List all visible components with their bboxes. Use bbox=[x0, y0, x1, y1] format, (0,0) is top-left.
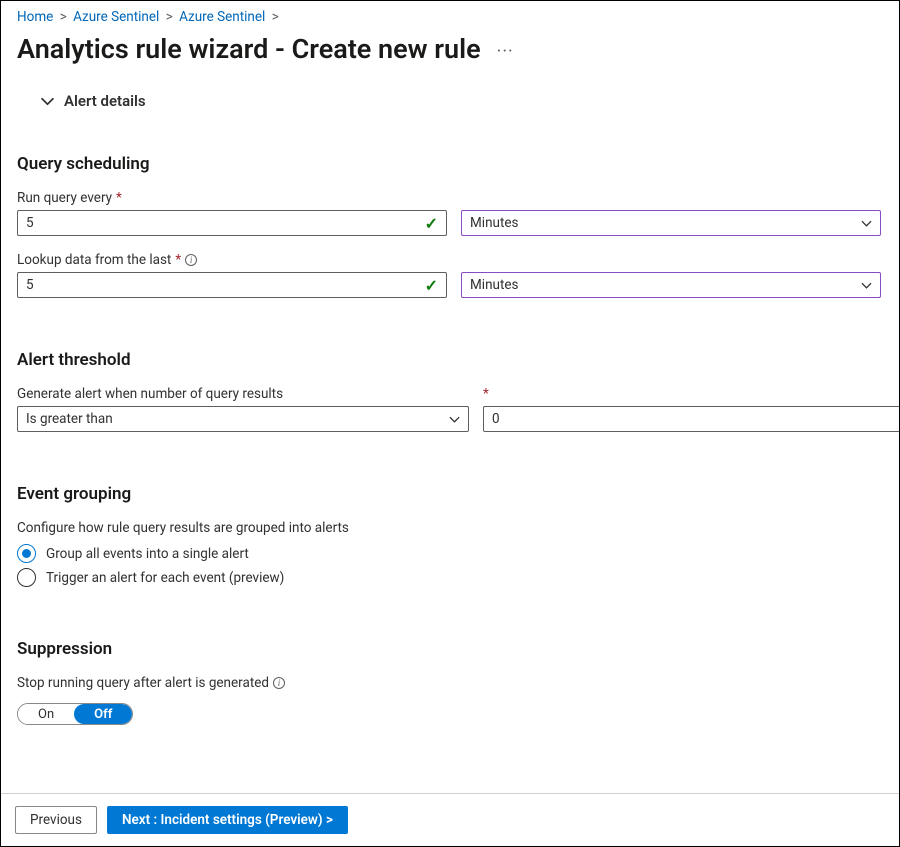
info-icon[interactable]: i bbox=[273, 677, 285, 689]
breadcrumb-azure-sentinel-1[interactable]: Azure Sentinel bbox=[73, 9, 159, 25]
section-title-event-grouping: Event grouping bbox=[17, 484, 883, 504]
more-actions-button[interactable]: ··· bbox=[493, 37, 518, 66]
alert-details-toggle[interactable]: Alert details bbox=[17, 92, 883, 110]
chevron-down-icon bbox=[861, 218, 872, 229]
threshold-operator-text: Is greater than bbox=[26, 411, 113, 427]
required-asterisk: * bbox=[175, 252, 181, 268]
check-icon: ✓ bbox=[425, 214, 438, 233]
breadcrumb-azure-sentinel-2[interactable]: Azure Sentinel bbox=[179, 9, 265, 25]
run-query-value-text: 5 bbox=[26, 215, 34, 231]
run-query-unit-select[interactable]: Minutes bbox=[461, 210, 881, 236]
lookup-data-label: Lookup data from the last bbox=[17, 252, 171, 268]
page-title: Analytics rule wizard - Create new rule bbox=[17, 33, 481, 65]
check-icon: ✓ bbox=[425, 276, 438, 295]
toggle-on[interactable]: On bbox=[18, 704, 74, 724]
breadcrumb: Home Azure Sentinel Azure Sentinel bbox=[17, 7, 883, 29]
radio-label-each-event: Trigger an alert for each event (preview… bbox=[46, 570, 284, 586]
lookup-value-input[interactable]: 5 ✓ bbox=[17, 272, 447, 298]
breadcrumb-home[interactable]: Home bbox=[17, 9, 53, 25]
event-grouping-desc: Configure how rule query results are gro… bbox=[17, 520, 883, 536]
radio-unchecked-icon bbox=[17, 568, 36, 587]
previous-button[interactable]: Previous bbox=[15, 806, 97, 834]
alert-threshold-label: Generate alert when number of query resu… bbox=[17, 386, 283, 402]
radio-checked-icon bbox=[17, 544, 36, 563]
section-title-query-scheduling: Query scheduling bbox=[17, 154, 883, 174]
threshold-value-text: 0 bbox=[492, 411, 500, 427]
required-asterisk: * bbox=[116, 190, 122, 206]
suppression-toggle[interactable]: On Off bbox=[17, 703, 133, 725]
required-asterisk: * bbox=[483, 386, 489, 402]
run-query-every-label: Run query every bbox=[17, 190, 112, 206]
breadcrumb-separator bbox=[163, 9, 176, 25]
suppression-desc: Stop running query after alert is genera… bbox=[17, 675, 269, 691]
run-query-unit-text: Minutes bbox=[470, 215, 519, 231]
radio-label-single-alert: Group all events into a single alert bbox=[46, 546, 249, 562]
section-title-suppression: Suppression bbox=[17, 639, 883, 659]
radio-group-each-event[interactable]: Trigger an alert for each event (preview… bbox=[17, 568, 883, 587]
lookup-unit-text: Minutes bbox=[470, 277, 519, 293]
radio-group-single-alert[interactable]: Group all events into a single alert bbox=[17, 544, 883, 563]
next-button[interactable]: Next : Incident settings (Preview) > bbox=[107, 806, 348, 834]
chevron-down-icon bbox=[41, 95, 54, 108]
alert-details-label: Alert details bbox=[64, 92, 146, 110]
breadcrumb-separator bbox=[57, 9, 70, 25]
chevron-down-icon bbox=[449, 414, 460, 425]
info-icon[interactable]: i bbox=[185, 254, 197, 266]
breadcrumb-separator bbox=[269, 9, 282, 25]
toggle-off[interactable]: Off bbox=[74, 704, 132, 724]
chevron-down-icon bbox=[861, 280, 872, 291]
threshold-operator-select[interactable]: Is greater than bbox=[17, 406, 469, 432]
section-title-alert-threshold: Alert threshold bbox=[17, 350, 883, 370]
run-query-value-input[interactable]: 5 ✓ bbox=[17, 210, 447, 236]
lookup-unit-select[interactable]: Minutes bbox=[461, 272, 881, 298]
threshold-value-input[interactable]: 0 bbox=[483, 406, 899, 432]
wizard-footer: Previous Next : Incident settings (Previ… bbox=[1, 793, 899, 846]
lookup-value-text: 5 bbox=[26, 277, 34, 293]
